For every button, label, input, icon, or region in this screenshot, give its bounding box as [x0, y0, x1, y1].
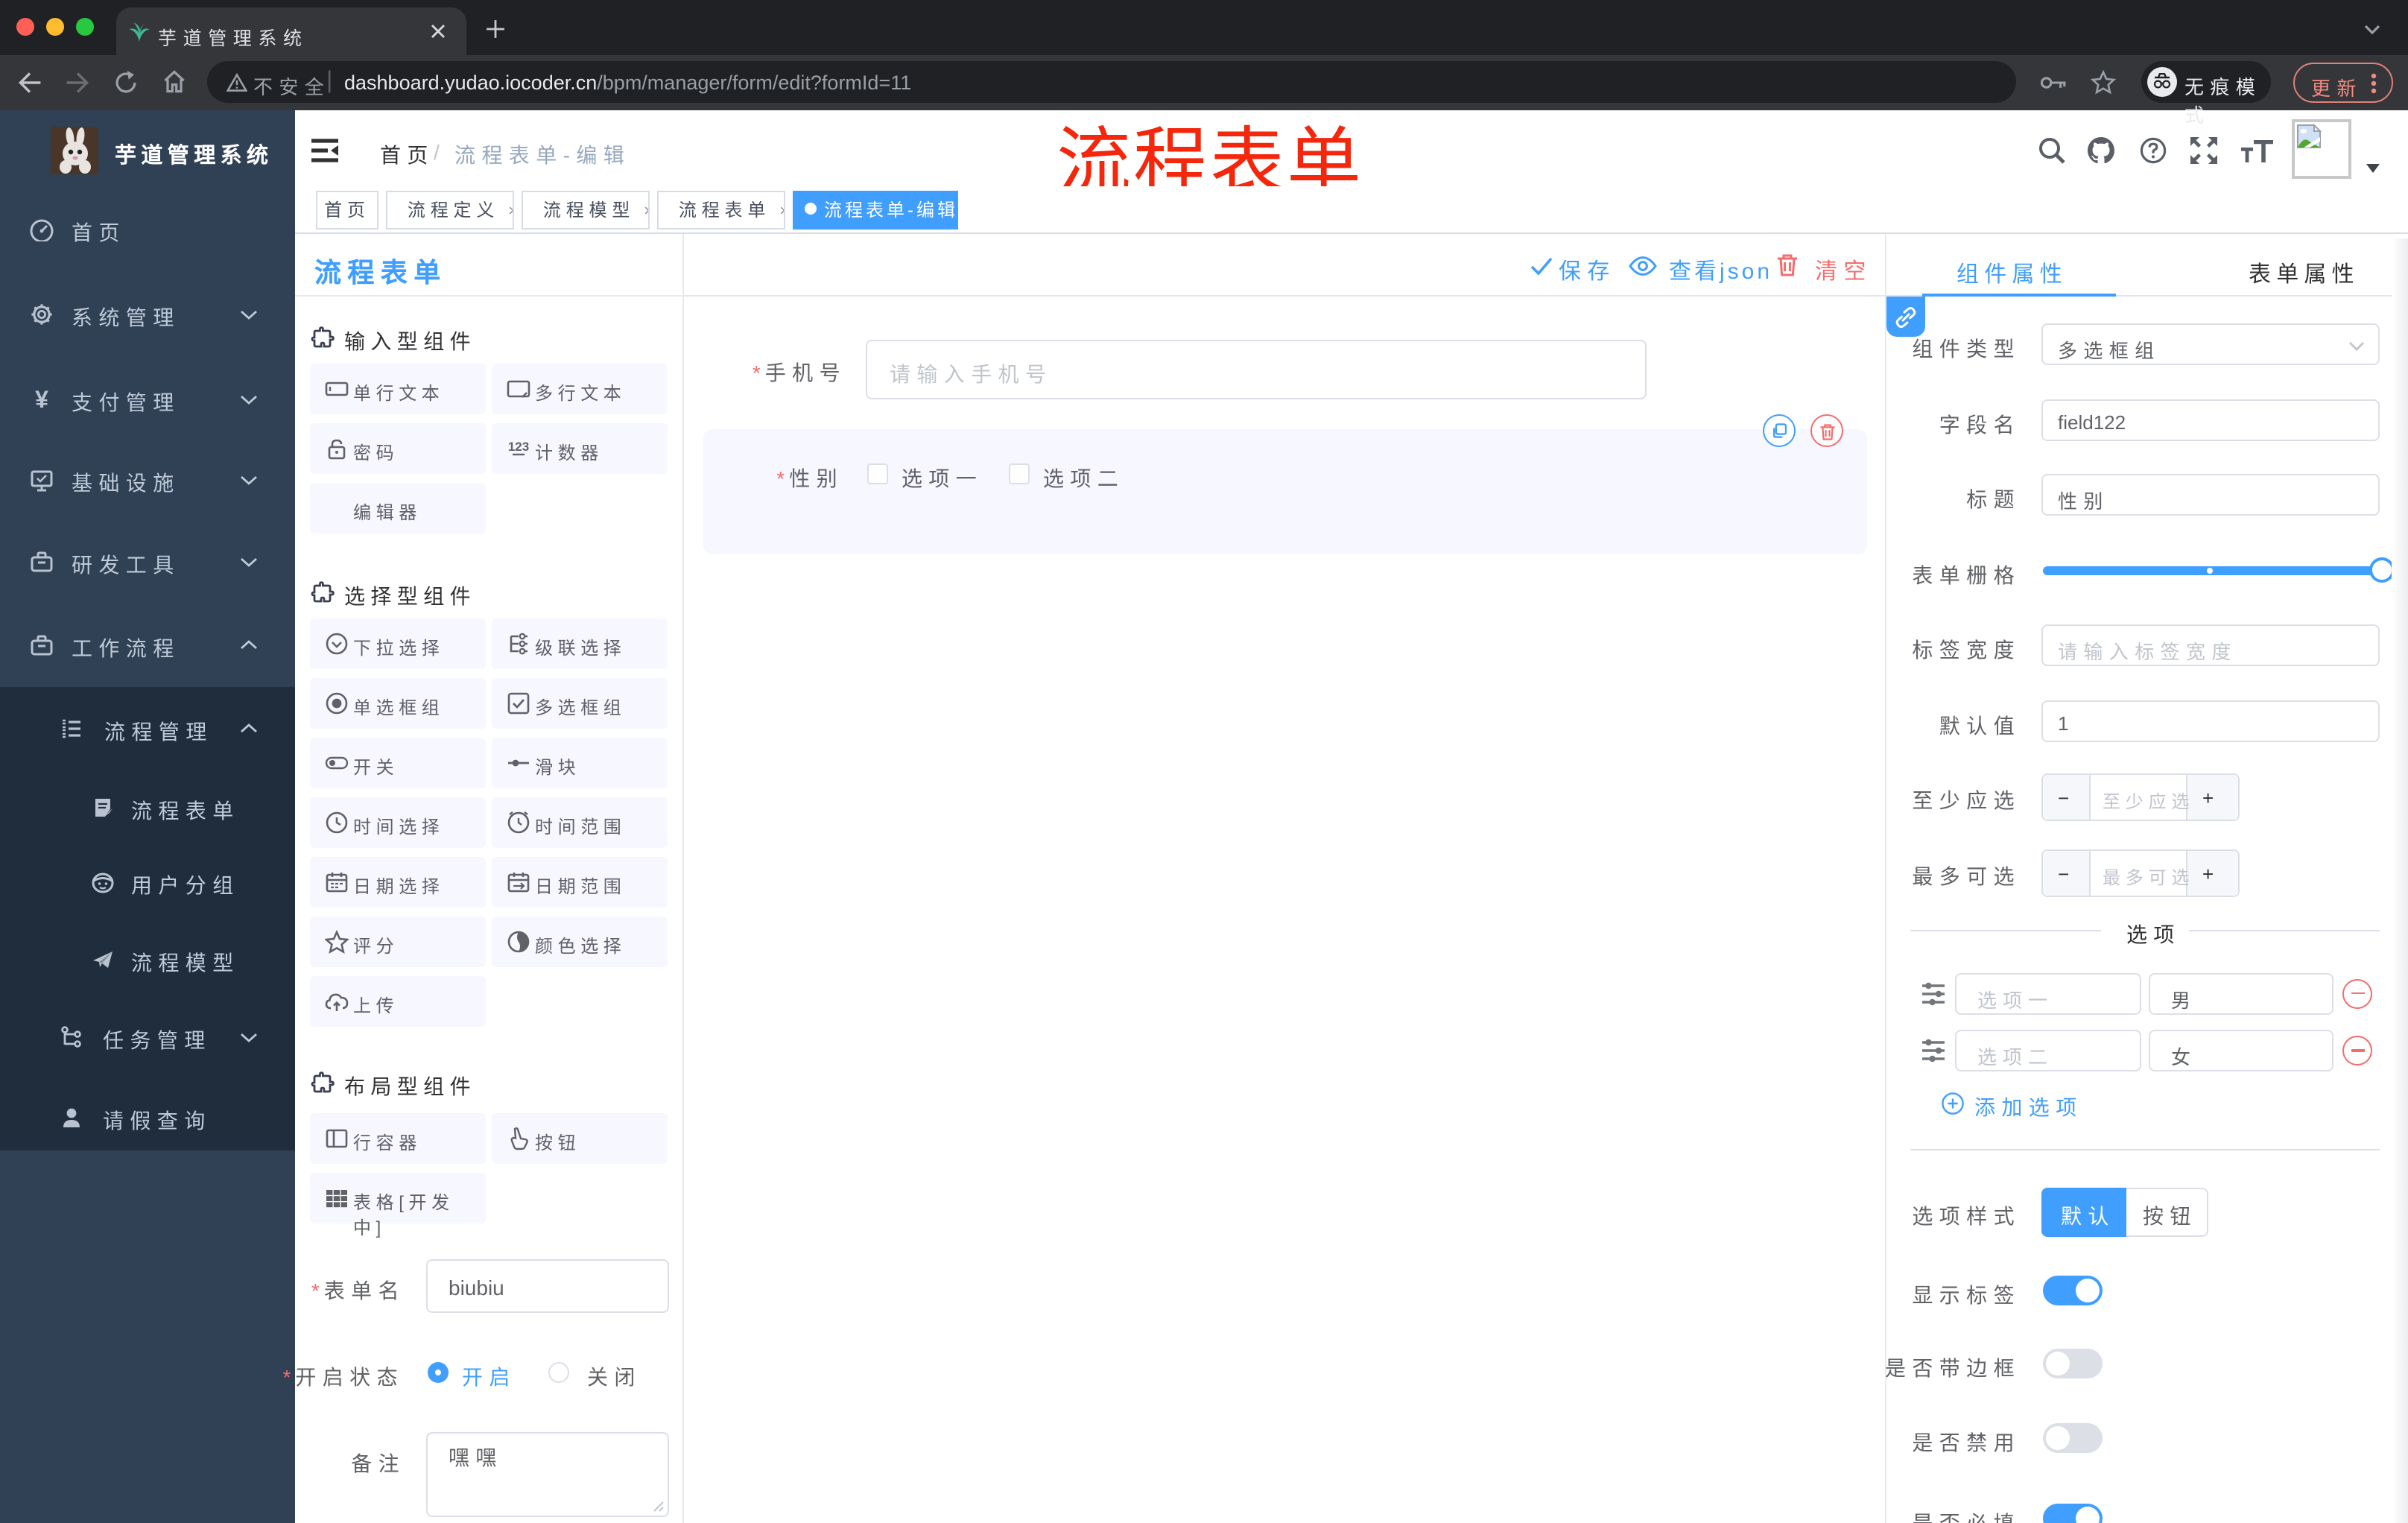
- svg-text:¥: ¥: [35, 387, 48, 411]
- svg-text:123: 123: [508, 440, 529, 454]
